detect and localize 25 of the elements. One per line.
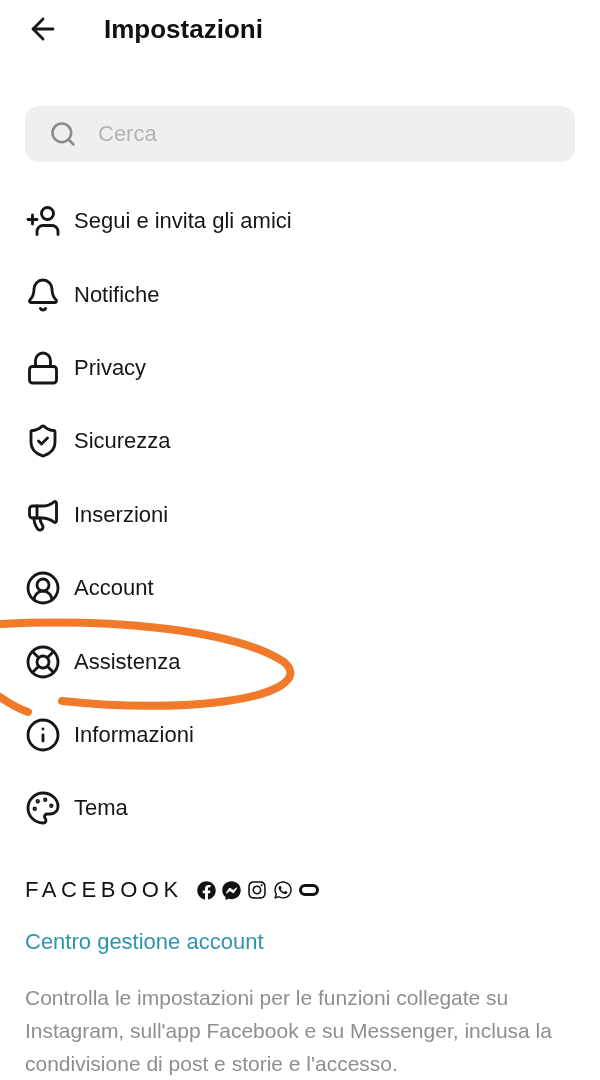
search-icon (49, 120, 77, 149)
facebook-icon (196, 880, 216, 900)
menu-item[interactable]: Segui e invita gli amici (74, 208, 292, 235)
lifebuoy-icon (25, 643, 61, 680)
whatsapp-icon (272, 880, 293, 900)
menu-item[interactable]: Assistenza (74, 648, 181, 675)
bell-icon (25, 276, 61, 313)
search-field[interactable]: Cerca (25, 106, 575, 163)
facebook-wordmark: FACEBOOK (25, 877, 183, 903)
info-icon (25, 716, 61, 753)
menu-item[interactable]: Privacy (74, 354, 147, 381)
menu-item[interactable]: Sicurezza (74, 428, 171, 455)
menu-item[interactable]: Inserzioni (74, 501, 169, 528)
menu-item[interactable]: Account (74, 575, 154, 602)
palette-icon (25, 790, 61, 827)
instagram-icon (246, 880, 267, 900)
messenger-icon (221, 880, 241, 900)
menu-item[interactable]: Tema (74, 795, 128, 822)
lock-icon (25, 349, 61, 386)
menu-item[interactable]: Informazioni (74, 721, 194, 748)
menu-item[interactable]: Notifiche (74, 281, 160, 308)
user-circle-icon (25, 570, 61, 607)
page-title: Impostazioni (104, 13, 263, 45)
description-text: Controlla le impostazioni per le funzioni collegate su Instagram, sull'app Facebook e su Messenger, inclusa la condivisione di post e storie e l'accesso. (25, 985, 553, 1077)
pill-icon (298, 884, 319, 896)
